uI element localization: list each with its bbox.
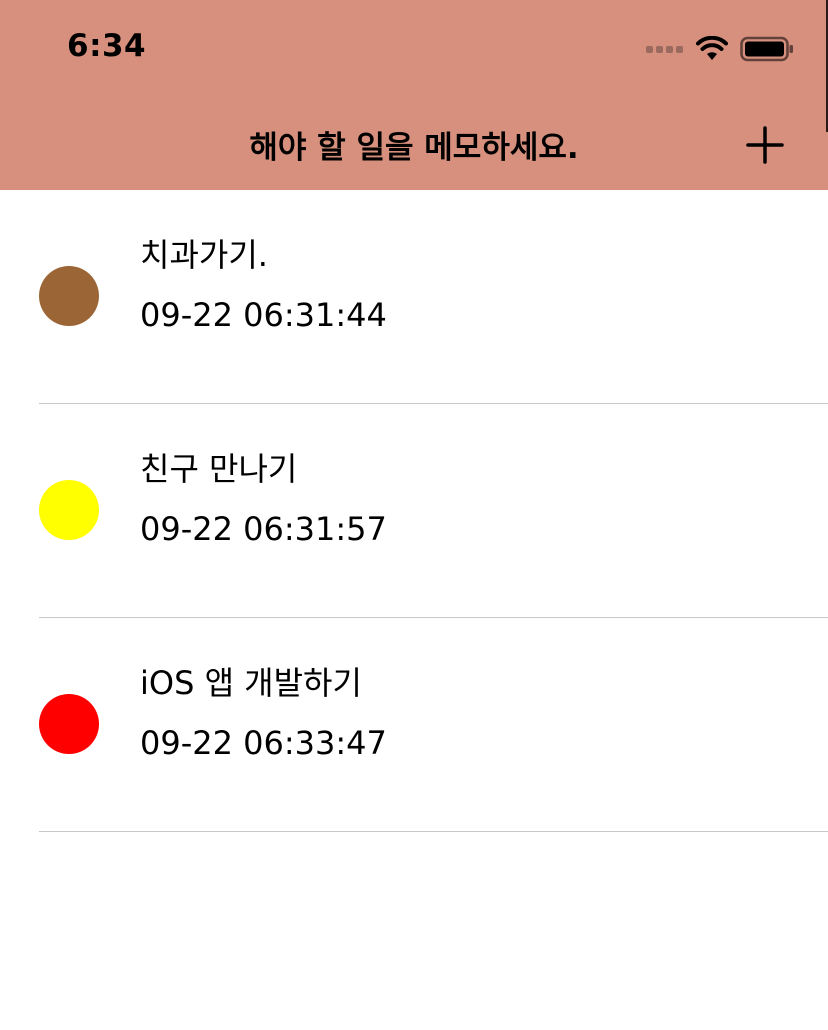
battery-icon [740,36,793,62]
wifi-icon [696,36,728,60]
add-memo-button[interactable] [742,122,788,168]
color-dot [39,694,99,754]
status-icons [646,34,794,64]
signal-dots-icon [646,46,683,53]
list-item[interactable]: iOS 앱 개발하기 09-22 06:33:47 [0,618,828,832]
app-screen: 6:34 해야 할 일을 메모하세요. 치과가기. 09-22 06:31:44… [0,0,828,1030]
page-title: 해야 할 일을 메모하세요. [249,130,579,166]
plus-icon [746,126,784,164]
status-time: 6:34 [67,28,147,64]
memo-date: 09-22 06:33:47 [140,724,387,762]
memo-title: 친구 만나기 [140,450,298,488]
memo-title: 치과가기. [140,236,268,274]
color-dot [39,480,99,540]
color-dot [39,266,99,326]
memo-list: 치과가기. 09-22 06:31:44 친구 만나기 09-22 06:31:… [0,190,828,832]
memo-title: iOS 앱 개발하기 [140,664,362,702]
list-item[interactable]: 친구 만나기 09-22 06:31:57 [0,404,828,618]
memo-date: 09-22 06:31:57 [140,510,387,548]
row-separator [39,831,828,832]
navigation-bar: 6:34 해야 할 일을 메모하세요. [0,0,828,190]
memo-date: 09-22 06:31:44 [140,296,387,334]
list-item[interactable]: 치과가기. 09-22 06:31:44 [0,190,828,404]
